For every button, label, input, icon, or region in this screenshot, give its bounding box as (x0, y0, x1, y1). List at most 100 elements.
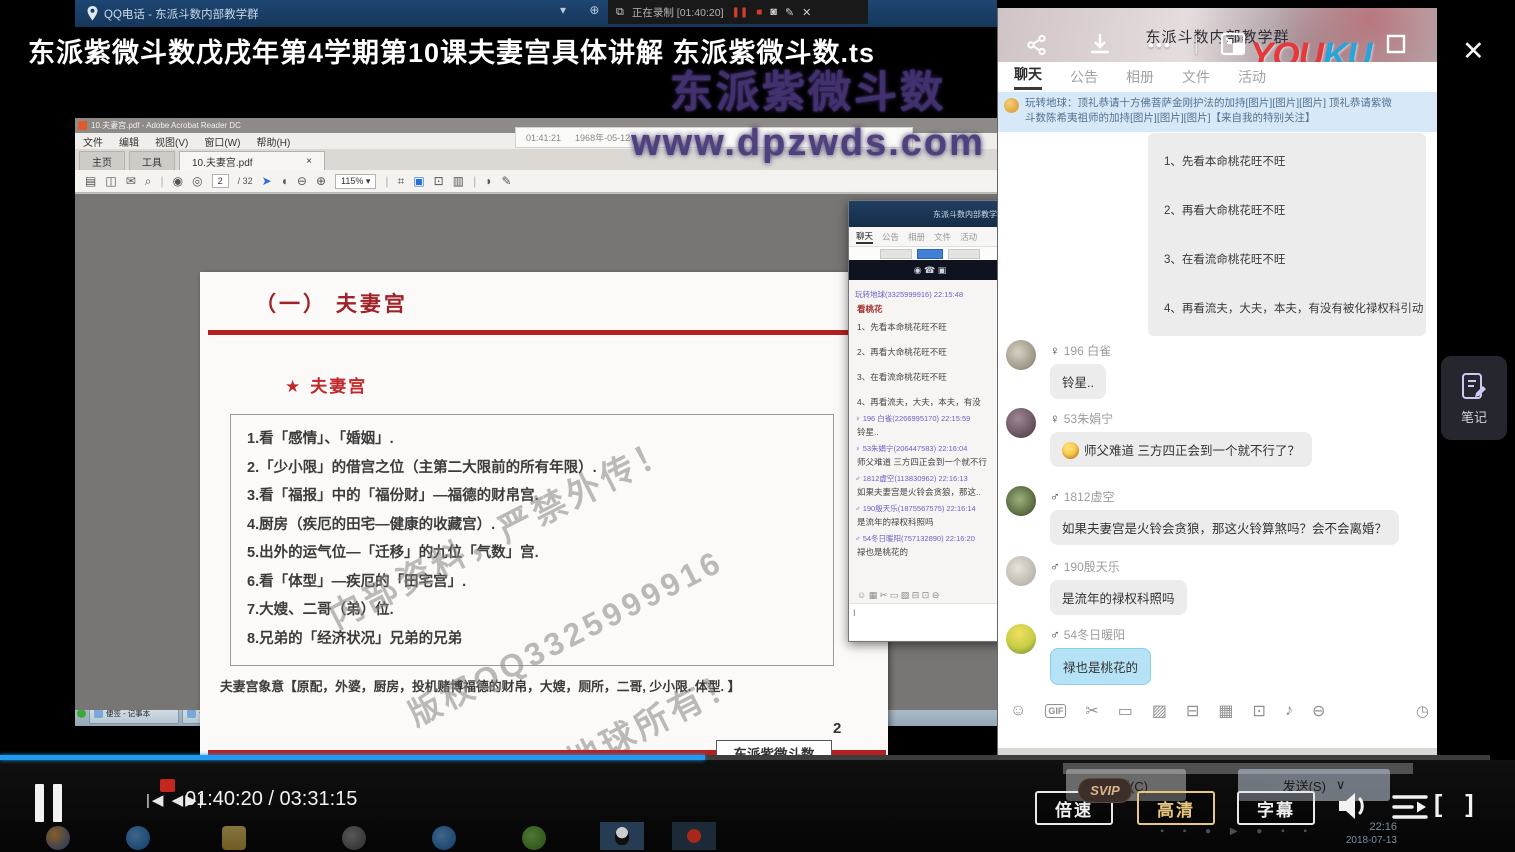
slide-list-box: 1.看「感情」、「婚姻」. 2.「少小限」的借宫之位（主第二大限前的所有年限）.… (230, 414, 834, 666)
small-chat-title: 东派斗数内部教学群 (933, 209, 1005, 220)
menu-window[interactable]: 窗口(W) (204, 134, 240, 149)
minus-circle-icon[interactable]: ⊖ (1312, 701, 1325, 721)
sender-line[interactable]: ♂ 190殷天乐(1875567575) 22:16:14 (855, 503, 1003, 514)
download-icon[interactable] (1088, 32, 1112, 61)
pip-icon[interactable] (1220, 32, 1246, 61)
hand-tool-icon[interactable]: ◖ (281, 174, 288, 188)
pause-button[interactable] (35, 784, 62, 822)
system-tray-icons[interactable]: ▪ ▪ ● ▶ ● ▪ ▪ (1160, 826, 1315, 837)
sender-line[interactable]: ♀ 53朱娟宁(206447583) 22:16:04 (855, 443, 1003, 454)
small-chat-toolbar[interactable]: ☺ ▦ ✂ ▭ ▨ ⊟ ⊡ ⊖ (849, 587, 1011, 603)
note-button[interactable]: 笔记 (1441, 356, 1507, 440)
qq-taskbar-icon[interactable] (600, 822, 644, 850)
calendar-icon[interactable]: ⊟ (1186, 701, 1199, 721)
draw-icon[interactable]: ✎ (501, 174, 511, 188)
fullscreen-icon[interactable]: [ ] (1434, 790, 1482, 819)
folder-icon[interactable] (222, 826, 246, 850)
menu-view[interactable]: 视图(V) (155, 134, 188, 149)
thumbnail-icon[interactable]: ▣ (413, 174, 424, 188)
tab-home[interactable]: 主页 (79, 151, 125, 170)
select-tool-icon[interactable]: ➤ (262, 174, 272, 188)
page-number-box[interactable]: 2 (212, 174, 229, 188)
call-control-bar[interactable]: ◉ ☎ ▣ (849, 260, 1011, 280)
reading-mode-icon[interactable]: ▥ (453, 174, 464, 188)
more-icon[interactable]: ••• (1148, 36, 1172, 56)
filter-box[interactable] (880, 249, 912, 259)
small-chat-messages[interactable]: 玩转地球(3325999916) 22:15:48 看桃花 1、先看本命桃花旺不… (849, 280, 1005, 580)
tab-announce[interactable]: 公告 (1070, 67, 1098, 87)
time-display: 01:40:20 / 03:31:15 (185, 788, 357, 811)
tab-album[interactable]: 相册 (908, 231, 925, 243)
selection-icon[interactable]: ⌗ (398, 174, 405, 189)
pencil-icon[interactable]: ✎ (785, 6, 794, 19)
sender-line[interactable]: ♂ 1812虚空(113830962) 22:16:13 (855, 473, 1003, 484)
avatar[interactable] (1006, 556, 1036, 586)
share-icon[interactable] (1026, 34, 1048, 61)
tab-chat[interactable]: 聊天 (1014, 64, 1042, 90)
ie-icon[interactable] (126, 826, 150, 850)
mail-icon[interactable]: ✉ (126, 174, 136, 188)
tab-activity[interactable]: 活动 (1238, 67, 1266, 87)
close-recbar-icon[interactable]: ✕ (802, 6, 811, 19)
tab-album[interactable]: 相册 (1126, 67, 1154, 87)
tab-chat[interactable]: 聊天 (856, 230, 873, 244)
filter-box[interactable] (948, 249, 980, 259)
playlist-icon[interactable] (1392, 794, 1428, 825)
record-app-icon[interactable] (672, 822, 716, 850)
camera-icon[interactable]: ◙ (770, 6, 777, 18)
save-icon[interactable]: ▤ (85, 174, 96, 188)
tab-files[interactable]: 文件 (934, 231, 951, 243)
sender-line[interactable]: ♀ 196 白雀(2266995170) 22:15:59 (855, 413, 1003, 424)
progress-bar[interactable] (0, 755, 1490, 760)
bell-mute-icon[interactable]: ♪ (1285, 702, 1293, 720)
zoom-level-box[interactable]: 115% ▾ (335, 174, 376, 189)
quality-button[interactable]: 高清 (1137, 791, 1215, 825)
doc-tab-close-icon[interactable]: × (306, 156, 312, 167)
kmplayer-icon[interactable] (342, 826, 366, 850)
volume-icon[interactable] (1336, 790, 1370, 827)
find-icon[interactable]: ⌕ (145, 174, 152, 189)
record-pause-icon[interactable]: ❚❚ (731, 7, 748, 18)
page-down-icon[interactable]: ◎ (192, 174, 202, 188)
history-clock-icon[interactable]: ◷ (1416, 702, 1429, 720)
tab-tools[interactable]: 工具 (129, 151, 175, 170)
menu-edit[interactable]: 编辑 (119, 134, 139, 149)
maximize-icon[interactable] (1386, 34, 1406, 59)
snip-icon[interactable]: ⧉ (616, 6, 624, 19)
page-up-icon[interactable]: ◉ (173, 174, 183, 188)
fit-page-icon[interactable]: ⊡ (434, 174, 444, 188)
close-icon[interactable]: ✕ (1462, 36, 1485, 67)
browser-icon[interactable] (46, 826, 70, 850)
pinned-announcement[interactable]: 玩转地球：顶礼恭请十方佛菩萨金刚护法的加持[图片][图片][图片] 顶礼恭请紫微… (998, 92, 1437, 132)
tab-announce[interactable]: 公告 (882, 231, 899, 243)
subtitle-button[interactable]: 字幕 (1237, 791, 1315, 825)
record-stop-icon[interactable]: ■ (756, 7, 762, 18)
emoji-icon[interactable]: ☺ (1010, 702, 1026, 720)
screenshot-icon[interactable]: ✂ (1085, 701, 1098, 721)
comment-icon[interactable]: ◗ (485, 174, 492, 188)
sender-line[interactable]: 玩转地球(3325999916) 22:15:48 (855, 289, 1003, 300)
gift-icon[interactable]: ▦ (1218, 701, 1233, 721)
print-icon[interactable]: ◫ (105, 174, 116, 188)
avatar[interactable] (1006, 486, 1036, 516)
gif-icon[interactable]: GIF (1045, 704, 1066, 718)
small-chat-input[interactable]: I (849, 603, 1011, 640)
zoom-out-icon[interactable]: ⊖ (297, 174, 307, 188)
tab-files[interactable]: 文件 (1182, 67, 1210, 87)
app-icon[interactable] (522, 826, 546, 850)
menu-file[interactable]: 文件 (83, 134, 103, 149)
folder-icon[interactable]: ▭ (1118, 701, 1133, 721)
small-chat-titlebar[interactable]: 东派斗数内部教学群 (849, 201, 1011, 227)
avatar[interactable] (1006, 624, 1036, 654)
zoom-in-icon[interactable]: ⊕ (316, 174, 326, 188)
archive-icon[interactable]: ⊡ (1253, 701, 1266, 721)
filter-button[interactable] (917, 249, 943, 259)
avatar[interactable] (1006, 340, 1036, 370)
image-icon[interactable]: ▨ (1152, 701, 1167, 721)
ie-icon[interactable] (432, 826, 456, 850)
tab-document[interactable]: 10.夫妻宫.pdf × (179, 151, 325, 170)
sender-line[interactable]: ♂ 54冬日暖阳(757132890) 22:16:20 (855, 533, 1003, 544)
menu-help[interactable]: 帮助(H) (256, 134, 290, 149)
tab-activity[interactable]: 活动 (960, 231, 977, 243)
avatar[interactable] (1006, 408, 1036, 438)
